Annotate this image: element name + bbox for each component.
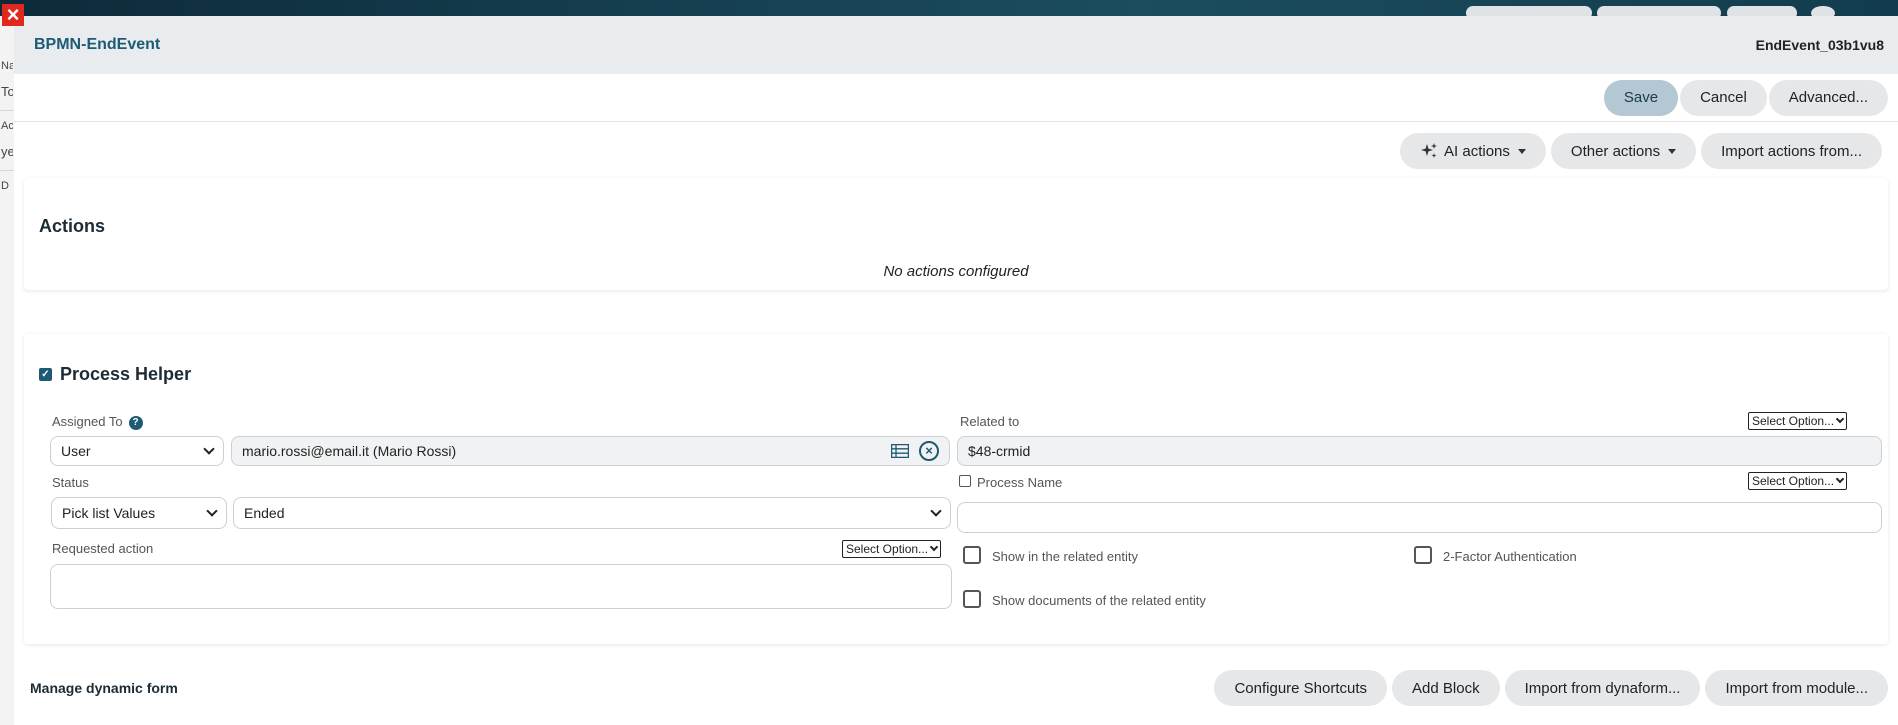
- assigned-user-icons: ×: [891, 441, 939, 461]
- status-type-value: Pick list Values: [62, 505, 156, 521]
- two-factor-checkbox[interactable]: [1414, 546, 1432, 564]
- show-documents-label: Show documents of the related entity: [992, 593, 1206, 608]
- status-label: Status: [52, 475, 89, 490]
- process-helper-title: Process Helper: [60, 364, 192, 384]
- no-actions-message: No actions configured: [883, 263, 1029, 280]
- assigned-type-value: User: [61, 443, 91, 459]
- assigned-to-label: Assigned To?: [52, 414, 143, 430]
- save-button[interactable]: Save: [1603, 79, 1679, 116]
- related-to-field[interactable]: $48-crmid: [957, 436, 1882, 466]
- process-helper-header: ✓ Process Helper: [39, 364, 191, 385]
- show-related-label: Show in the related entity: [992, 549, 1138, 564]
- background-divider: [0, 170, 14, 171]
- other-actions-label: Other actions: [1570, 142, 1661, 160]
- show-documents-checkbox[interactable]: [963, 590, 981, 608]
- clear-icon[interactable]: ×: [919, 441, 939, 461]
- dynamic-form-buttons: Configure Shortcuts Add Block Import fro…: [1214, 670, 1888, 706]
- status-value: Ended: [244, 505, 285, 521]
- chevron-down-icon: [929, 542, 939, 552]
- show-related-checkbox[interactable]: [963, 546, 981, 564]
- bpmn-modal: BPMN-EndEvent EndEvent_03b1vu8 Save Canc…: [14, 16, 1898, 725]
- assigned-user-value: mario.rossi@email.it (Mario Rossi): [242, 443, 457, 459]
- background-header: [0, 0, 1898, 20]
- dynamic-form-title: Manage dynamic form: [30, 680, 178, 696]
- ai-actions-button[interactable]: AI actions: [1400, 133, 1546, 169]
- element-id: EndEvent_03b1vu8: [1755, 37, 1884, 53]
- modal-title: BPMN-EndEvent: [34, 36, 161, 53]
- list-icon[interactable]: [891, 444, 909, 458]
- process-name-option-select[interactable]: Select Option...: [1748, 472, 1848, 490]
- sparkles-icon: [1421, 143, 1438, 158]
- close-icon[interactable]: ×: [2, 4, 24, 26]
- ai-actions-label: AI actions: [1444, 142, 1510, 160]
- process-name-option-label: Select Option...: [1752, 474, 1835, 488]
- background-divider: [0, 110, 14, 111]
- related-to-option-label: Select Option...: [1752, 414, 1835, 428]
- modal-header: BPMN-EndEvent EndEvent_03b1vu8: [14, 16, 1898, 74]
- background-value: ye: [1, 144, 13, 159]
- import-actions-button[interactable]: Import actions from...: [1701, 133, 1882, 169]
- assigned-to-label-text: Assigned To: [52, 414, 123, 429]
- process-name-input[interactable]: [957, 502, 1882, 533]
- status-type-select[interactable]: Pick list Values: [51, 497, 227, 529]
- background-value: To: [1, 84, 13, 99]
- process-name-label: Process Name: [977, 475, 1063, 490]
- actions-card: Actions No actions configured: [24, 178, 1888, 290]
- assigned-user-field[interactable]: mario.rossi@email.it (Mario Rossi) ×: [231, 436, 950, 466]
- background-label: D: [1, 180, 9, 192]
- other-actions-button[interactable]: Other actions: [1550, 133, 1697, 169]
- process-helper-checkbox[interactable]: ✓: [39, 368, 52, 381]
- background-label: Na: [1, 60, 13, 72]
- related-to-option-select[interactable]: Select Option...: [1748, 412, 1848, 430]
- modal-toolbar: Save Cancel Advanced...: [14, 74, 1898, 122]
- chevron-down-icon: [203, 443, 215, 455]
- configure-shortcuts-button[interactable]: Configure Shortcuts: [1214, 670, 1388, 706]
- actions-title: Actions: [39, 216, 106, 236]
- chevron-down-icon: [1835, 414, 1845, 424]
- chevron-down-icon: [1517, 148, 1526, 154]
- requested-action-option-select[interactable]: Select Option...: [842, 540, 942, 558]
- advanced-button[interactable]: Advanced...: [1768, 79, 1888, 116]
- chevron-down-icon: [1668, 148, 1677, 154]
- process-name-checkbox[interactable]: [959, 475, 971, 487]
- requested-action-textarea[interactable]: [50, 564, 952, 609]
- two-factor-label: 2-Factor Authentication: [1443, 549, 1577, 564]
- assigned-type-select[interactable]: User: [50, 436, 224, 466]
- requested-action-option-label: Select Option...: [846, 542, 929, 556]
- background-page: Na To Ac ye D: [0, 16, 14, 725]
- related-to-label: Related to: [960, 414, 1020, 429]
- import-module-button[interactable]: Import from module...: [1705, 670, 1888, 706]
- add-block-button[interactable]: Add Block: [1392, 670, 1500, 706]
- import-dynaform-button[interactable]: Import from dynaform...: [1504, 670, 1701, 706]
- cancel-button[interactable]: Cancel: [1680, 79, 1767, 116]
- chevron-down-icon: [930, 505, 942, 517]
- related-to-value: $48-crmid: [968, 443, 1031, 459]
- requested-action-label: Requested action: [52, 541, 154, 556]
- actions-toolbar: AI actions Other actions Import actions …: [1400, 133, 1882, 169]
- help-icon[interactable]: ?: [128, 415, 143, 430]
- chevron-down-icon: [206, 505, 218, 517]
- status-value-select[interactable]: Ended: [233, 497, 951, 529]
- process-helper-card: ✓ Process Helper Assigned To? User mario…: [24, 334, 1888, 644]
- background-label: Ac: [1, 120, 13, 132]
- dynamic-form-toolbar: Manage dynamic form Configure Shortcuts …: [24, 670, 1888, 706]
- chevron-down-icon: [1835, 474, 1845, 484]
